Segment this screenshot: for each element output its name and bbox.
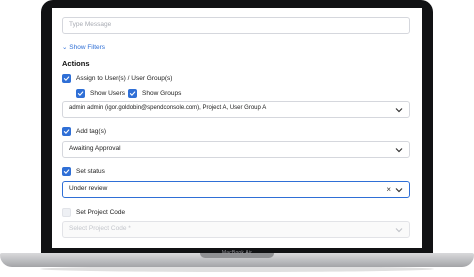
show-filters-label: Show Filters [69,44,106,51]
checkmark-icon [63,76,70,81]
set-project-code-checkbox[interactable] [62,208,71,217]
chevron-down-icon: ⌄ [62,44,68,51]
status-value: Under review [69,185,108,192]
set-project-code-label: Set Project Code [76,209,126,216]
tag-select[interactable]: Awaiting Approval [62,141,410,158]
project-code-placeholder: Select Project Code * [69,225,131,232]
assign-label: Assign to User(s) / User Group(s) [76,75,173,82]
checkmark-icon [129,91,136,96]
show-users-checkbox[interactable] [76,89,85,98]
laptop-screen: Type Message ⌄ Show Filters Actions Assi… [52,8,422,248]
checkmark-icon [77,91,84,96]
set-status-checkbox[interactable] [62,167,71,176]
show-filters-link[interactable]: ⌄ Show Filters [62,43,105,51]
checkmark-icon [63,129,70,134]
show-groups-label: Show Groups [142,90,182,97]
add-tags-checkbox[interactable] [62,127,71,136]
show-groups-checkbox[interactable] [128,89,137,98]
assignees-select[interactable]: admin admin (igor.goldobin@spendconsole.… [62,101,410,118]
add-tags-label: Add tag(s) [76,128,106,135]
assignees-value: admin admin (igor.goldobin@spendconsole.… [69,105,267,111]
show-users-label: Show Users [90,90,126,97]
chevron-down-icon[interactable] [394,106,404,114]
add-tags-row[interactable]: Add tag(s) [62,126,106,137]
laptop-model-label: MacBook Air [221,250,253,256]
clear-icon[interactable]: × [386,185,391,194]
chevron-down-icon[interactable] [394,146,404,154]
assign-checkbox[interactable] [62,74,71,83]
status-select[interactable]: Under review × [62,181,410,198]
show-groups-row[interactable]: Show Groups [128,88,181,99]
actions-title: Actions [62,59,90,68]
set-status-row[interactable]: Set status [62,166,105,177]
assign-checkbox-row[interactable]: Assign to User(s) / User Group(s) [62,73,172,84]
set-status-label: Set status [76,168,105,175]
message-placeholder: Type Message [69,21,112,28]
chevron-down-icon[interactable] [394,186,404,194]
tag-value: Awaiting Approval [69,145,121,152]
checkmark-icon [63,169,70,174]
message-field[interactable]: Type Message [62,17,410,34]
project-code-select[interactable]: Select Project Code * [62,221,410,238]
set-project-code-row[interactable]: Set Project Code [62,207,125,218]
show-users-row[interactable]: Show Users [76,88,125,99]
chevron-down-icon [395,228,403,233]
